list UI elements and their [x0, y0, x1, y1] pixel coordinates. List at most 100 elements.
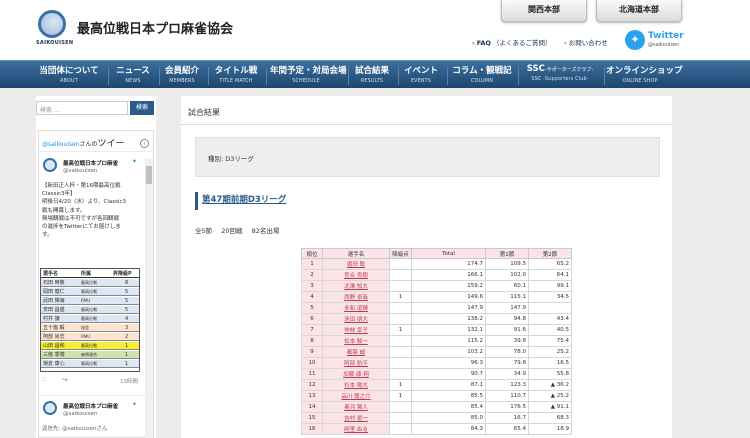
contact-link[interactable]: › お問い合わせ [564, 37, 608, 47]
nav-divider [266, 67, 267, 85]
ranking-row: 武田 輝海 RMU 5 [41, 297, 139, 306]
faq-link[interactable]: › FAQ （よくあるご質問） [472, 37, 552, 47]
tweet-line: 【新田正人杯・第16期最高位戦 [42, 183, 121, 189]
search-input[interactable]: 検索 ... [36, 101, 128, 115]
total-cell: 115.2 [411, 335, 486, 347]
player-name-link[interactable]: 堀田 聡 [322, 258, 390, 270]
results-table: 順位 選手名 降級点 Total 第1節 第2節 1 堀田 聡 174.7 109.5… [301, 248, 572, 435]
penalty-cell: 1 [389, 379, 412, 391]
section1-cell: 91.6 [485, 324, 529, 336]
tweet-line: 明後日4/20（水）より、Classic3 [42, 199, 127, 206]
avatar[interactable] [43, 401, 57, 415]
nav-item-schedule[interactable]: 年間予定・対局会場 SCHEDULE [270, 64, 347, 84]
nav-label: ニュース [116, 66, 150, 76]
ranking-name: 樋倉 康心 [43, 361, 65, 367]
tweet-line: Classic3年】 [42, 191, 76, 198]
avatar[interactable] [43, 158, 57, 172]
faq-label: FAQ [476, 39, 491, 47]
nav-item-about[interactable]: 当団体について ABOUT [36, 64, 102, 84]
scroll-thumb[interactable] [146, 166, 152, 184]
column-header-section1: 第1節 [485, 248, 529, 259]
tweet-author-name[interactable]: 最高位戦日本プロ麻雀 [63, 402, 118, 410]
section1-cell: 39.8 [485, 335, 529, 347]
rank-cell: 2 [301, 269, 323, 281]
nav-label: イベント [403, 66, 438, 76]
site-title[interactable]: 最高位戦日本プロ麻雀協会 [77, 18, 233, 37]
tweet-image-ranking[interactable]: 選手名 所属 昇降級P 石田 時敬 最高位戦 8 岡田 健仁 最高位戦 5 武田 輝海 R… [40, 268, 140, 372]
nav-item-news[interactable]: ニュース NEWS [112, 64, 154, 84]
ranking-pts: 4 [125, 316, 129, 322]
summary-games: 20回戦 [221, 227, 243, 235]
player-name-link[interactable]: 多和 道輝 [322, 302, 390, 314]
player-name-link[interactable]: 阿部 航平 [322, 357, 390, 369]
player-name-link[interactable]: 吉村 遊一 [322, 412, 390, 424]
player-name-link[interactable]: 品川 龍之介 [322, 390, 390, 402]
nav-item-title-match[interactable]: タイトル戦 TITLE MATCH [212, 64, 260, 84]
tweet-author-name[interactable]: 最高位戦日本プロ麻雀 [63, 159, 118, 167]
section2-cell: 75.4 [528, 335, 572, 347]
twitter-handle: @saikouisen [648, 42, 680, 48]
twitter-bird-icon[interactable]: ✦ [625, 30, 645, 50]
rank-cell: 4 [301, 291, 323, 303]
ranking-name: 三條 季博 [43, 352, 65, 358]
nav-item-ssc[interactable]: SSC-サポーターズクラブ- SSC -Supporters Club- [522, 64, 598, 82]
section1-cell: 65.4 [485, 423, 529, 435]
twitter-bird-icon[interactable]: ✦ [132, 158, 137, 165]
table-row: 16 岡里 ぬる 84.3 65.4 18.9 [301, 423, 572, 435]
nav-divider [398, 67, 399, 85]
player-name-link[interactable]: 杉本 陽大 [322, 379, 390, 391]
tweet-line: す。 [42, 232, 53, 239]
site-logo-icon[interactable] [38, 10, 66, 38]
twitter-label[interactable]: Twitter [648, 31, 684, 41]
player-name-link[interactable]: 北澤 知大 [322, 280, 390, 292]
player-name-link[interactable]: 池田 朋大 [322, 313, 390, 325]
player-name-link[interactable]: 加藤 康 翔 [322, 368, 390, 380]
nav-item-events[interactable]: イベント EVENTS [402, 64, 440, 84]
player-name-link[interactable]: 宮合 良樹 [322, 269, 390, 281]
twitter-widget-handle[interactable]: @saikouisen [42, 141, 80, 148]
nav-item-results[interactable]: 試合結果 RESULTS [352, 64, 392, 84]
table-row: 5 多和 道輝 147.9 147.9 [301, 302, 572, 314]
nav-item-online-shop[interactable]: オンラインショップ ONLINE SHOP [606, 64, 683, 84]
nav-item-members[interactable]: 会員紹介 MEMBERS [162, 64, 202, 84]
tweet-timestamp[interactable]: 13時間 [120, 377, 138, 385]
section1-cell: 78.0 [485, 346, 529, 358]
info-icon[interactable]: i [140, 139, 149, 148]
ranking-pts: 1 [125, 352, 129, 358]
player-name-link[interactable]: 松本 駿一 [322, 335, 390, 347]
player-name-link[interactable]: 奥河 賢人 [322, 401, 390, 413]
nav-label: コラム・観戦記 [452, 66, 512, 76]
ranking-name: 安田 昌盛 [43, 307, 65, 313]
region-button-kansai[interactable]: 関西本部 [501, 0, 587, 22]
results-header-row: 順位 選手名 降級点 Total 第1節 第2節 [301, 248, 572, 259]
player-name-link[interactable]: 西野 卓哉 [322, 291, 390, 303]
ranking-name: 阿部 尚志 [43, 334, 65, 340]
table-row: 9 都築 誠 103.2 78.0 25.2 [301, 346, 572, 358]
tweet-author-handle[interactable]: @saikouisen [63, 411, 97, 417]
tweet-author-handle[interactable]: @saikouisen [63, 168, 97, 174]
search-button[interactable]: 検索 [130, 101, 154, 115]
nav-item-column[interactable]: コラム・観戦記 COLUMN [451, 64, 513, 84]
nav-sublabel: ONLINE SHOP [622, 79, 658, 84]
heart-icon[interactable]: ♡ [41, 376, 47, 384]
player-name-link[interactable]: 都築 誠 [322, 346, 390, 358]
player-name-link[interactable]: 仲林 幸子 [322, 324, 390, 336]
widget-scrollbar[interactable] [145, 158, 153, 438]
rank-cell: 12 [301, 379, 323, 391]
player-name-link[interactable]: 岡里 ぬる [322, 423, 390, 435]
ranking-name: 山田 昌和 [43, 343, 65, 349]
tweet-reply-to[interactable]: 返信先: @saikouisenさん [42, 424, 107, 432]
nav-label: オンラインショップ [606, 66, 683, 76]
rank-cell: 3 [301, 280, 323, 292]
tweet-actions: ♡ ↪ 13時間 [40, 376, 142, 386]
league-title-link[interactable]: 第47期前期D3リーグ [195, 192, 286, 210]
nav-divider [108, 67, 109, 85]
twitter-bird-icon[interactable]: ✦ [132, 401, 137, 408]
region-button-hokkaido[interactable]: 北海道本部 [596, 0, 682, 22]
ranking-org: 最高位戦 [81, 280, 97, 285]
twitter-widget-suffix: さんの [79, 141, 98, 148]
section1-cell: 60.1 [485, 280, 529, 292]
nav-sublabel: SSC -Supporters Club- [531, 77, 589, 82]
share-icon[interactable]: ↪ [62, 376, 68, 384]
table-row: 3 北澤 知大 159.2 60.1 99.1 [301, 280, 572, 292]
